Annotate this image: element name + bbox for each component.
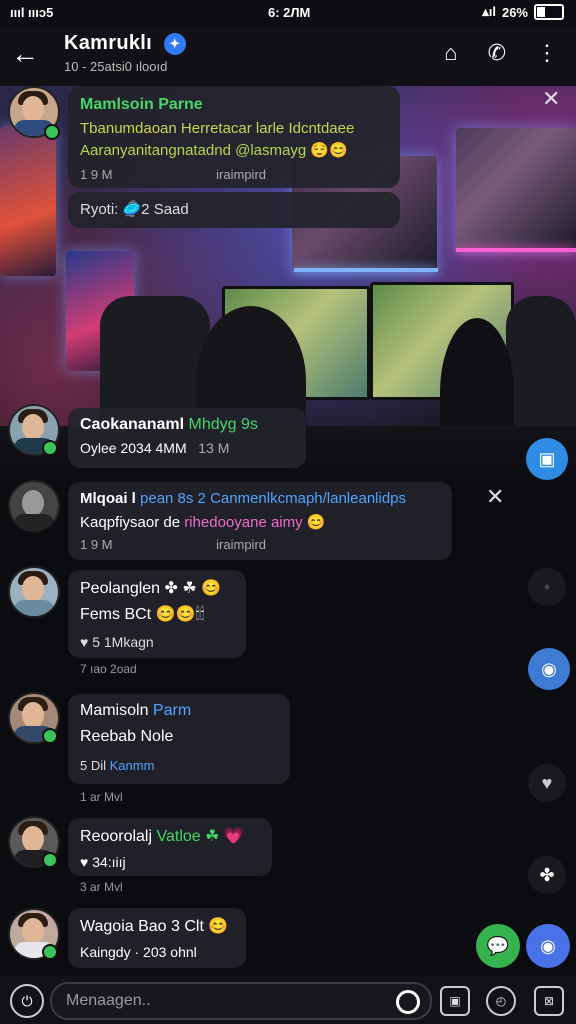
verified-icon: ✦	[163, 32, 186, 55]
online-indicator	[42, 440, 58, 456]
message-text: Fems BCt 😊😊🕯🕯	[80, 606, 205, 623]
status-right: ▴ıl 26%	[482, 4, 564, 20]
header-actions: ⌂ ✆ ⋮	[444, 40, 558, 66]
chat-green-button[interactable]: 💬	[476, 924, 520, 968]
read-status: iraimpird	[216, 167, 266, 182]
emoji-button[interactable]: ✤	[528, 856, 566, 894]
clock: 6: 2ЛM	[268, 5, 311, 20]
carrier-text: ıııl ıııɔ5	[10, 5, 54, 20]
message-text: Oylee 2034 4MM	[80, 440, 187, 456]
timestamp: 13 M	[198, 440, 230, 456]
poster	[456, 128, 576, 250]
message-bubble[interactable]: Reoorolalj Vatloe ☘ 💗 ♥ 34:ıiıj	[68, 818, 272, 876]
message-field[interactable]	[50, 982, 432, 1020]
sender-name: Mamisoln	[80, 702, 149, 719]
message-input-bar: ⏻ ▣ ◴ ⊠	[0, 976, 576, 1024]
message-bubble[interactable]: Wagoia Bao 3 Clt 😊 Kaingdy · 203 ohnl	[68, 908, 246, 968]
status-bar: ıııl ıııɔ5 6: 2ЛM ▴ıl 26%	[0, 0, 576, 26]
online-indicator	[42, 944, 58, 960]
timestamp: 3 ar Mvl	[80, 880, 123, 894]
chat-title-text: Kamruklı	[64, 32, 152, 54]
online-indicator	[42, 728, 58, 744]
sender-name: Wagoia Bao 3	[80, 918, 180, 935]
message-text: Kaingdy · 203 ohnl	[80, 944, 197, 960]
online-indicator	[42, 852, 58, 868]
reply-bubble[interactable]: Ryoti: 🥏2 Saad	[68, 192, 400, 228]
message-text: rihedooyane aimy 😊	[184, 514, 326, 531]
timestamp: 1 9 M	[80, 167, 113, 182]
message-bubble[interactable]: Peolanglen ✤ ☘ 😊 Fems BCt 😊😊🕯🕯 ♥ 5 1Mkag…	[68, 570, 246, 658]
led-strip	[294, 268, 438, 272]
reaction-row[interactable]: ♥ 5 1Mkagn	[80, 634, 234, 650]
read-status: iraimpird	[216, 537, 266, 552]
add-contact-icon[interactable]: ⌂	[444, 40, 457, 66]
sticker-button[interactable]: ◉	[528, 648, 570, 690]
chat-bubble-button[interactable]: ▣	[526, 438, 568, 480]
close-icon[interactable]: ✕	[486, 484, 504, 510]
timestamp: 1 ar Mvl	[80, 790, 123, 804]
online-indicator	[44, 124, 60, 140]
timestamp: 1 9 M	[80, 537, 113, 552]
back-button[interactable]: ←	[10, 38, 40, 70]
message-text: Aaranyanitangnatadnd @lasmayg 😌😊	[80, 142, 348, 159]
led-strip	[456, 248, 576, 252]
avatar[interactable]	[8, 480, 60, 532]
poster	[0, 126, 56, 276]
sender-tag: pean 8s 2 Canmenlkcmaph/lanleanlidps	[140, 490, 407, 507]
box-icon[interactable]: ⊠	[534, 986, 564, 1016]
sender-tag: Mhdyg 9s	[188, 416, 258, 433]
sender-tag: Parm	[152, 702, 192, 719]
sender-tag: Vatloe ☘ 💗	[156, 828, 244, 845]
battery-icon	[534, 4, 564, 20]
reply-text: Ryoti: 🥏2 Saad	[80, 201, 189, 218]
message-input[interactable]	[64, 989, 388, 1013]
camera-icon[interactable]	[396, 990, 420, 1014]
gallery-icon[interactable]: ▣	[440, 986, 470, 1016]
message-bubble[interactable]: Caokananaml Mhdyg 9s Oylee 2034 4MM 13 M	[68, 408, 306, 468]
close-icon[interactable]: ✕	[542, 86, 560, 112]
sender-tag: Clt 😊	[184, 918, 229, 935]
timer-icon[interactable]: ◴	[486, 986, 516, 1016]
more-icon[interactable]: ⋮	[536, 40, 558, 66]
reaction-row[interactable]: 5 Dil	[80, 758, 106, 773]
sender-name: Peolanglen	[80, 580, 161, 597]
message-bubble[interactable]: Mlqoai l pean 8s 2 Canmenlkcmaph/lanlean…	[68, 482, 452, 560]
scroll-button[interactable]: •	[528, 568, 566, 606]
message-text: Kaqpfiysaor de	[80, 514, 185, 531]
heart-button[interactable]: ♥	[528, 764, 566, 802]
sender-tag: ✤ ☘ 😊	[164, 580, 222, 597]
call-icon[interactable]: ✆	[488, 40, 506, 66]
chat-title: Kamruklı ✦	[64, 32, 186, 55]
sender-name: Caokananaml	[80, 416, 185, 433]
chat-header: ← Kamruklı ✦ 10 - 25atsi0 ılooıd ⌂ ✆ ⋮	[0, 26, 576, 86]
discord-button[interactable]: ◉	[526, 924, 570, 968]
signal-icon: ▴ıl	[482, 4, 496, 19]
timestamp: 7 ıao 2oad	[80, 662, 137, 676]
chat-subtitle: 10 - 25atsi0 ılooıd	[64, 59, 168, 74]
reaction-tag: Kanmm	[109, 758, 155, 773]
sender-name: Reoorolalj	[80, 828, 153, 845]
avatar[interactable]	[8, 566, 60, 618]
message-text: Tbanumdaoan Herretacar larle Idcntdaee	[80, 120, 355, 137]
message-bubble[interactable]: Mamisoln Parm Reebab Nole 5 Dil Kanmm	[68, 694, 290, 784]
message-text: Reebab Nole	[80, 728, 174, 745]
sender-name: Mamlsoin Parne	[80, 96, 203, 113]
pinned-message[interactable]: Mamlsoin Parne Tbanumdaoan Herretacar la…	[68, 86, 400, 188]
sender-name: Mlqoai l	[80, 490, 136, 507]
microphone-icon[interactable]: ⏻	[10, 984, 44, 1018]
message-text: ♥ 34:ıiıj	[80, 854, 126, 870]
battery-percent: 26%	[501, 4, 528, 20]
